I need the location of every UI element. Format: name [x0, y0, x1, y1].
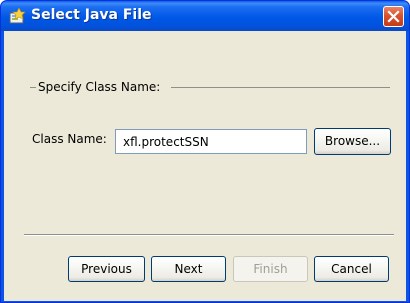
- close-icon: [387, 10, 400, 23]
- group-border-right: [171, 87, 390, 88]
- title-bar[interactable]: Select Java File: [1, 1, 409, 31]
- browse-button[interactable]: Browse...: [314, 128, 391, 155]
- class-name-label: Class Name:: [32, 132, 107, 146]
- group-title: Specify Class Name:: [38, 80, 161, 94]
- separator-highlight: [24, 235, 394, 236]
- window-title: Select Java File: [31, 7, 152, 23]
- class-name-input[interactable]: [115, 129, 307, 154]
- previous-button[interactable]: Previous: [68, 256, 145, 282]
- close-button[interactable]: [383, 6, 404, 27]
- java-wizard-icon: [9, 8, 26, 24]
- group-border-left: [30, 87, 36, 88]
- next-button[interactable]: Next: [151, 256, 226, 282]
- cancel-button[interactable]: Cancel: [314, 256, 389, 282]
- select-java-file-dialog: Select Java File Specify Class Name: Cla…: [0, 0, 410, 303]
- finish-button[interactable]: Finish: [233, 256, 308, 282]
